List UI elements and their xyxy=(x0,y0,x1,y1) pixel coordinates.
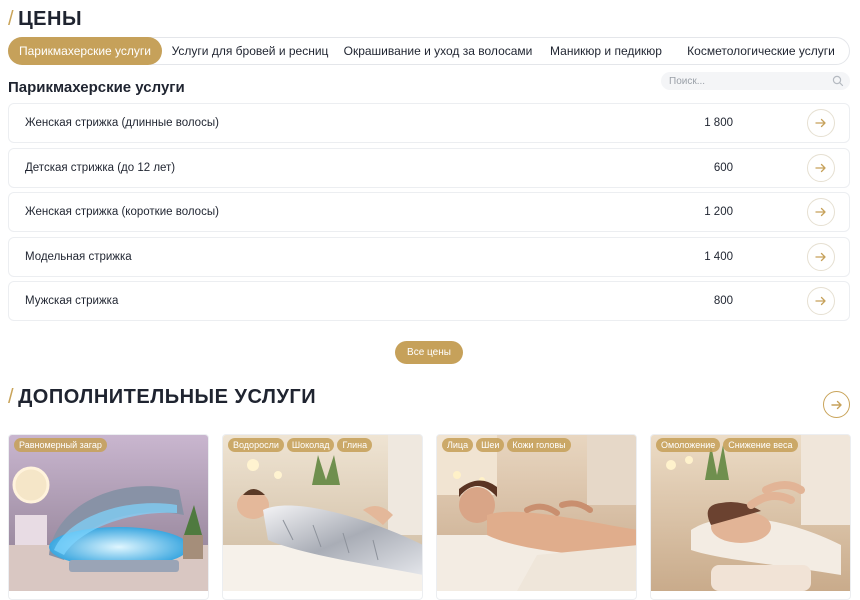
tab-manicure-pedicure[interactable]: Маникюр и педикюр xyxy=(538,37,674,65)
price-row[interactable]: Женская стрижка (короткие волосы) 1 200 xyxy=(8,192,850,232)
service-price: 1 800 xyxy=(704,117,733,129)
price-row[interactable]: Женская стрижка (длинные волосы) 1 800 xyxy=(8,103,850,143)
category-tabs: Парикмахерские услуги Услуги для бровей … xyxy=(8,36,850,65)
card-tag: Лица xyxy=(442,438,474,452)
card-tag: Глина xyxy=(337,438,373,452)
title-slash: / xyxy=(8,8,15,30)
service-price: 600 xyxy=(713,161,733,174)
service-card[interactable]: Водоросли Шоколад Глина xyxy=(222,434,423,600)
prices-section-title: / ЦЕНЫ xyxy=(8,8,82,31)
service-price: 1 200 xyxy=(704,206,733,218)
search-box xyxy=(661,72,850,90)
price-list: Женская стрижка (длинные волосы) 1 800 Д… xyxy=(8,103,850,326)
extra-services-cards: Равномерный загар Водоросли Шоколад Глин… xyxy=(8,434,851,600)
prices-title-text: ЦЕНЫ xyxy=(18,8,83,30)
card-tags: Равномерный загар xyxy=(14,438,107,452)
service-name: Женская стрижка (короткие волосы) xyxy=(25,206,219,218)
card-tag: Омоложение xyxy=(656,438,721,452)
card-tag: Шоколад xyxy=(286,438,335,452)
service-name: Модельная стрижка xyxy=(25,250,132,263)
tab-brows-lashes[interactable]: Услуги для бровей и ресниц xyxy=(162,37,338,65)
row-arrow-button[interactable] xyxy=(807,198,835,226)
arrow-right-icon xyxy=(815,252,826,261)
search-icon[interactable] xyxy=(832,75,844,87)
card-tag: Кожи головы xyxy=(507,438,571,452)
extra-services-next-button[interactable] xyxy=(823,391,850,418)
row-arrow-button[interactable] xyxy=(807,287,835,315)
service-price: 1 400 xyxy=(704,250,733,263)
card-tag: Шеи xyxy=(476,438,505,452)
card-tags: Водоросли Шоколад Глина xyxy=(228,438,373,452)
row-arrow-button[interactable] xyxy=(807,153,835,182)
price-row[interactable]: Модельная стрижка 1 400 xyxy=(8,236,850,277)
back-massage-photo xyxy=(437,435,636,591)
card-tag: Равномерный загар xyxy=(14,438,107,452)
title-slash: / xyxy=(8,386,15,408)
card-tag: Снижение веса xyxy=(723,438,798,452)
arrow-right-icon xyxy=(815,207,826,217)
body-wrap-photo xyxy=(223,435,422,591)
face-massage-photo xyxy=(651,435,850,591)
arrow-right-icon xyxy=(830,400,842,409)
tab-hairdressing[interactable]: Парикмахерские услуги xyxy=(8,36,162,65)
arrow-right-icon xyxy=(815,296,826,306)
service-name: Женская стрижка (длинные волосы) xyxy=(25,117,219,129)
tab-cosmetology[interactable]: Косметологические услуги xyxy=(674,37,848,65)
service-card[interactable]: Омоложение Снижение веса xyxy=(650,434,851,600)
service-name: Мужская стрижка xyxy=(25,295,119,307)
price-row[interactable]: Мужская стрижка 800 xyxy=(8,281,850,321)
price-row[interactable]: Детская стрижка (до 12 лет) 600 xyxy=(8,147,850,188)
service-name: Детская стрижка (до 12 лет) xyxy=(25,161,176,174)
arrow-right-icon xyxy=(815,163,826,172)
service-card[interactable]: Равномерный загар xyxy=(8,434,209,600)
extra-title-text: ДОПОЛНИТЕЛЬНЫЕ УСЛУГИ xyxy=(18,386,317,408)
tanning-bed-photo xyxy=(9,435,208,591)
tab-coloring-care[interactable]: Окрашивание и уход за волосами xyxy=(338,37,538,65)
service-price: 800 xyxy=(713,295,733,307)
row-arrow-button[interactable] xyxy=(807,242,835,271)
all-prices-button[interactable]: Все цены xyxy=(395,341,463,364)
service-card[interactable]: Лица Шеи Кожи головы xyxy=(436,434,637,600)
card-tags: Лица Шеи Кожи головы xyxy=(442,438,571,452)
card-tag: Водоросли xyxy=(228,438,284,452)
category-title: Парикмахерские услуги xyxy=(8,79,185,96)
search-input[interactable] xyxy=(669,75,829,87)
arrow-right-icon xyxy=(815,118,826,128)
extra-section-title: / ДОПОЛНИТЕЛЬНЫЕ УСЛУГИ xyxy=(8,386,316,409)
card-tags: Омоложение Снижение веса xyxy=(656,438,798,452)
row-arrow-button[interactable] xyxy=(807,109,835,137)
